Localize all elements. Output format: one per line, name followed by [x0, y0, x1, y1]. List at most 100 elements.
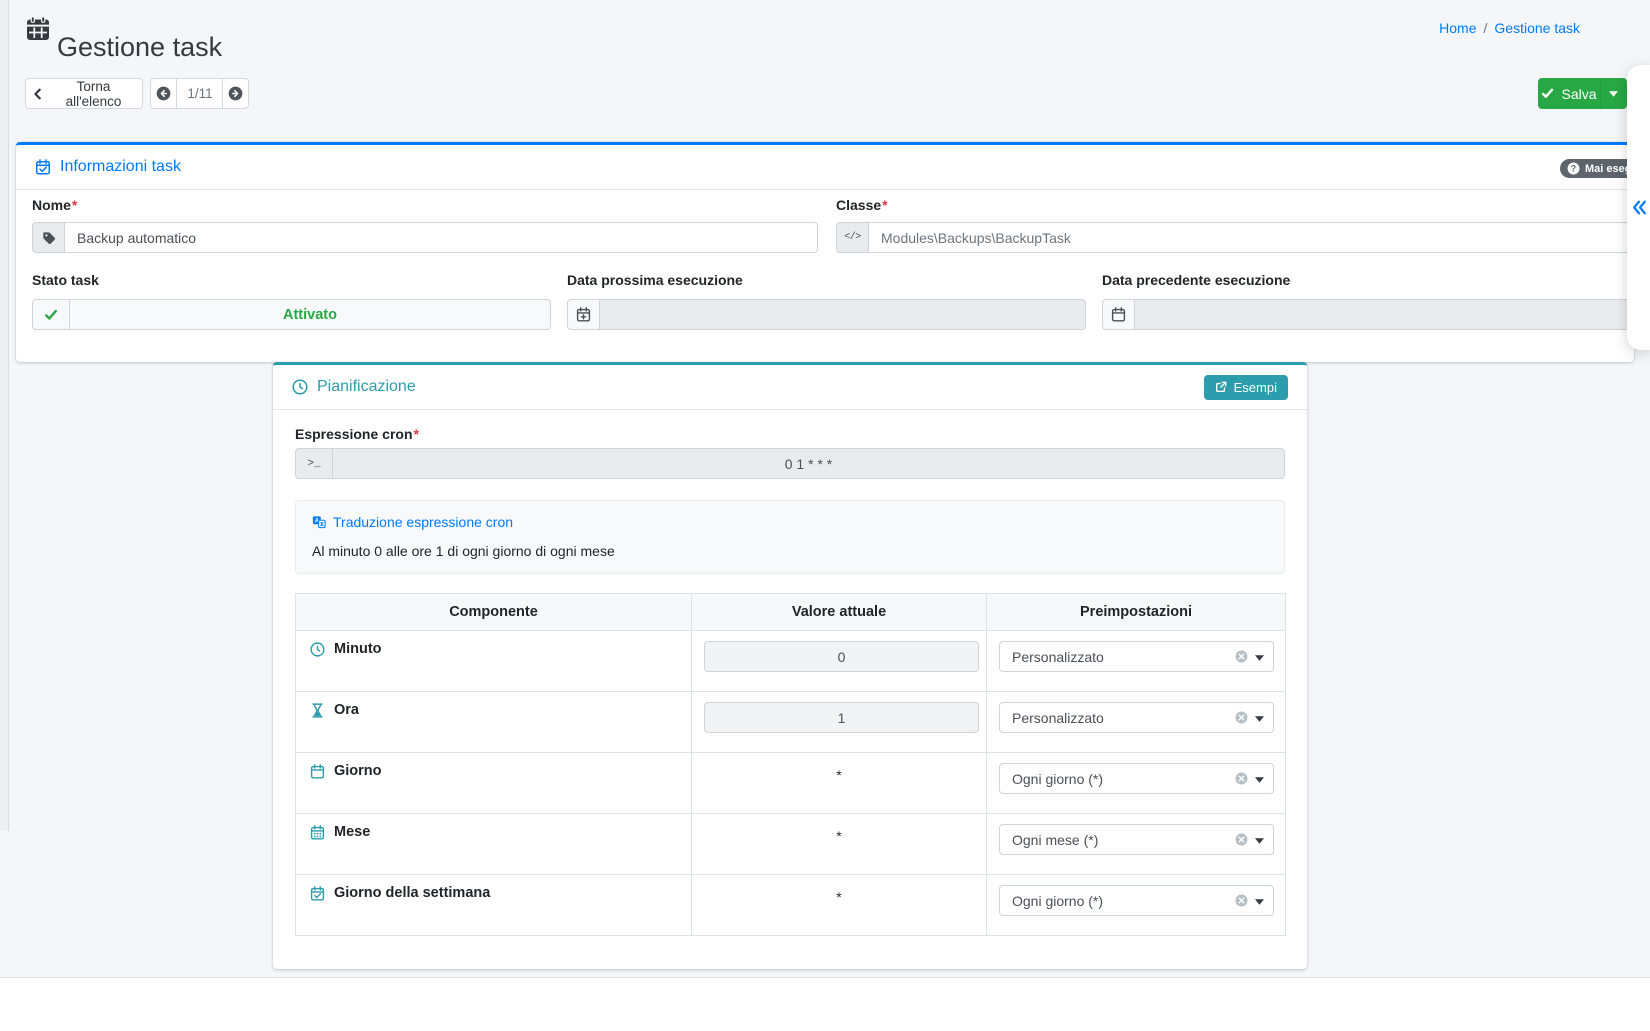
examples-label: Esempi — [1234, 380, 1277, 395]
nome-label: Nome* — [32, 197, 77, 213]
task-info-header: Informazioni task — [16, 145, 1634, 190]
clock-icon — [310, 642, 325, 657]
calendar-day-icon — [310, 764, 325, 779]
preset-value: Personalizzato — [1012, 710, 1104, 726]
classe-input[interactable] — [868, 222, 1634, 253]
required-marker: * — [414, 426, 419, 442]
clock-icon — [292, 379, 308, 395]
footer — [0, 977, 1650, 1031]
pager-position-label: 1/11 — [176, 78, 223, 109]
column-header-preimpostazioni: Preimpostazioni — [987, 594, 1286, 631]
component-label: Giorno — [334, 763, 382, 779]
breadcrumb-home-link[interactable]: Home — [1439, 20, 1476, 36]
preset-value: Personalizzato — [1012, 649, 1104, 665]
clear-icon[interactable] — [1235, 833, 1248, 846]
cron-translation-title: Traduzione espressione cron — [333, 514, 513, 530]
preset-value: Ogni giorno (*) — [1012, 893, 1103, 909]
check-icon — [1541, 87, 1554, 100]
caret-down-icon[interactable] — [1255, 655, 1264, 661]
mese-preset-select[interactable]: Ogni mese (*) — [999, 824, 1274, 855]
preset-value: Ogni mese (*) — [1012, 832, 1098, 848]
giorno-settimana-value: * — [704, 885, 974, 905]
data-precedente-label: Data precedente esecuzione — [1102, 272, 1290, 288]
task-info-title: Informazioni task — [60, 158, 181, 176]
back-to-list-button[interactable]: Torna all'elenco — [25, 78, 143, 109]
code-icon: </> — [836, 222, 868, 253]
calendar-icon — [1102, 299, 1134, 330]
giorno-value: * — [704, 763, 974, 783]
caret-down-icon[interactable] — [1255, 838, 1264, 844]
hourglass-icon — [310, 703, 325, 718]
cron-translation-link[interactable]: A Traduzione espressione cron — [312, 514, 513, 530]
clear-icon[interactable] — [1235, 772, 1248, 785]
caret-down-icon[interactable] — [1255, 716, 1264, 722]
table-row-giorno-della-settimana: Giorno della settimana * Ogni giorno (*) — [296, 875, 1286, 936]
caret-down-icon[interactable] — [1255, 777, 1264, 783]
stato-toggle[interactable]: Attivato — [32, 299, 551, 330]
caret-down-icon[interactable] — [1255, 899, 1264, 905]
save-label: Salva — [1561, 86, 1596, 102]
check-icon — [33, 300, 70, 329]
angle-double-left-icon[interactable] — [1631, 199, 1648, 216]
side-drawer-collapsed[interactable] — [1627, 65, 1650, 350]
calendar-plus-icon — [567, 299, 599, 330]
save-button[interactable]: Salva — [1538, 78, 1600, 109]
external-link-icon — [1215, 381, 1227, 393]
table-header-row: Componente Valore attuale Preimpostazion… — [296, 594, 1286, 631]
clear-icon[interactable] — [1235, 650, 1248, 663]
clear-icon[interactable] — [1235, 711, 1248, 724]
arrow-circle-right-icon — [228, 86, 243, 101]
clear-icon[interactable] — [1235, 894, 1248, 907]
table-row-minuto: Minuto Personalizzato — [296, 631, 1286, 692]
cron-input-group: >_ — [295, 448, 1285, 479]
cron-translation-box: A Traduzione espressione cron Al minuto … — [295, 500, 1285, 574]
data-prossima-input — [599, 299, 1086, 330]
giorno-settimana-preset-select[interactable]: Ogni giorno (*) — [999, 885, 1274, 916]
tag-icon — [32, 222, 64, 253]
required-marker: * — [882, 197, 887, 213]
back-to-list-label: Torna all'elenco — [51, 79, 136, 109]
svg-text:?: ? — [1571, 163, 1576, 173]
page: Gestione task Home / Gestione task Torna a… — [0, 0, 1650, 1031]
calendar-check-icon — [35, 159, 51, 175]
ora-preset-select[interactable]: Personalizzato — [999, 702, 1274, 733]
chevron-left-icon — [32, 88, 44, 100]
table-row-giorno: Giorno * Ogni giorno (*) — [296, 753, 1286, 814]
table-row-mese: Mese * Ogni mese (*) — [296, 814, 1286, 875]
column-header-valore-attuale: Valore attuale — [692, 594, 987, 631]
minuto-preset-select[interactable]: Personalizzato — [999, 641, 1274, 672]
classe-label: Classe* — [836, 197, 888, 213]
stato-label: Stato task — [32, 272, 99, 288]
classe-input-group: </> — [836, 222, 1634, 253]
required-marker: * — [72, 197, 77, 213]
record-pager: 1/11 — [150, 78, 249, 109]
caret-down-icon — [1609, 91, 1618, 97]
cron-expression-input — [332, 448, 1285, 479]
nome-input[interactable] — [64, 222, 818, 253]
component-label: Mese — [334, 824, 370, 840]
calendar-icon — [25, 16, 51, 47]
calendar-month-icon — [310, 825, 325, 840]
data-prossima-group — [567, 299, 1086, 330]
breadcrumb-current-link[interactable]: Gestione task — [1494, 20, 1580, 36]
page-title: Gestione task — [57, 32, 222, 63]
data-precedente-group — [1102, 299, 1634, 330]
breadcrumb: Home / Gestione task — [1439, 20, 1580, 36]
next-record-button[interactable] — [222, 78, 249, 109]
calendar-week-icon — [310, 886, 325, 901]
table-row-ora: Ora Personalizzato — [296, 692, 1286, 753]
ora-value-input — [704, 702, 979, 733]
cron-label: Espressione cron* — [295, 426, 419, 442]
breadcrumb-separator: / — [1484, 20, 1488, 36]
stato-value: Attivato — [70, 300, 550, 329]
cron-components-table: Componente Valore attuale Preimpostazion… — [295, 593, 1286, 936]
save-dropdown-toggle[interactable] — [1600, 78, 1627, 109]
language-icon: A — [312, 515, 326, 529]
giorno-preset-select[interactable]: Ogni giorno (*) — [999, 763, 1274, 794]
minuto-value-input — [704, 641, 979, 672]
save-split-button: Salva — [1538, 78, 1627, 109]
cron-translation-text: Al minuto 0 alle ore 1 di ogni giorno di… — [312, 543, 1268, 559]
nome-input-group — [32, 222, 818, 253]
previous-record-button[interactable] — [150, 78, 177, 109]
examples-button[interactable]: Esempi — [1204, 375, 1288, 400]
